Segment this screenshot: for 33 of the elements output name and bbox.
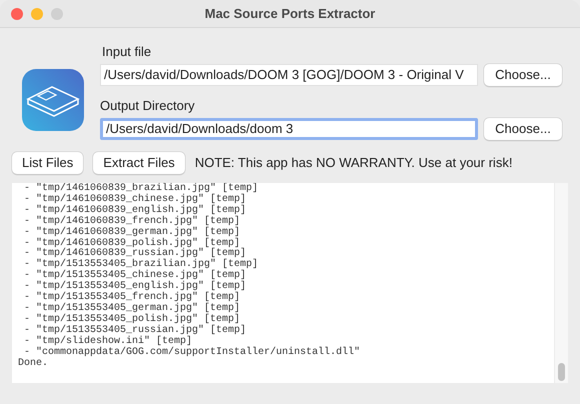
input-file-label: Input file [102, 43, 152, 61]
log-line: - "tmp/1513553405_chinese.jpg" [temp] [23, 271, 246, 282]
output-directory-label: Output Directory [100, 97, 196, 115]
zoom-button[interactable] [51, 8, 63, 20]
log-line: - "tmp/slideshow.ini" [temp] [23, 336, 192, 347]
log-line: - "tmp/1513553405_brazilian.jpg" [temp] [23, 260, 258, 270]
close-button[interactable] [11, 8, 23, 20]
log-line: - "tmp/1513553405_french.jpg" [temp] [23, 293, 240, 304]
log-line: - "tmp/1461060839_brazilian.jpg" [temp] [23, 184, 258, 194]
app-icon [22, 69, 84, 131]
log-line: - "tmp/1461060839_russian.jpg" [temp] [23, 249, 246, 260]
log-line: - "commonappdata/GOG.com/supportInstaller/uninstall.dll" [23, 348, 360, 358]
log-line: - "tmp/1513553405_polish.jpg" [temp] [23, 314, 240, 325]
log-line: - "tmp/1461060839_polish.jpg" [temp] [23, 238, 240, 249]
warranty-note: NOTE: This app has NO WARRANTY. Use at your risk! [194, 154, 512, 172]
log-line: - "tmp/1513553405_russian.jpg" [temp] [23, 326, 246, 336]
log-line: - "tmp/1461060839_english.jpg" [temp] [23, 206, 246, 216]
extract-files-button[interactable]: Extract Files [93, 152, 185, 174]
log-line: - "tmp/1461060839_french.jpg" [temp] [23, 216, 240, 227]
log-line: Done. [18, 358, 48, 370]
output-directory-field[interactable]: /Users/david/Downloads/doom 3 [100, 118, 478, 140]
input-file-field[interactable]: /Users/david/Downloads/DOOM 3 [GOG]/DOOM 3 - Original V [100, 64, 478, 86]
choose-button[interactable]: Choose... [484, 118, 562, 140]
choose-button[interactable]: Choose... [484, 64, 562, 86]
log-line: - "tmp/1461060839_german.jpg" [temp] [23, 228, 240, 238]
list-files-button[interactable]: List Files [12, 152, 84, 174]
window-title: Mac Source Ports Extractor [204, 4, 376, 23]
log-line: - "tmp/1461060839_chinese.jpg" [temp] [23, 194, 246, 205]
log-line: - "tmp/1513553405_german.jpg" [temp] [23, 304, 240, 314]
log-line: - "tmp/1513553405_english.jpg" [temp] [23, 282, 246, 292]
scrollbar-thumb[interactable] [558, 363, 565, 381]
minimize-button[interactable] [31, 8, 43, 20]
scrollbar[interactable] [554, 183, 568, 383]
